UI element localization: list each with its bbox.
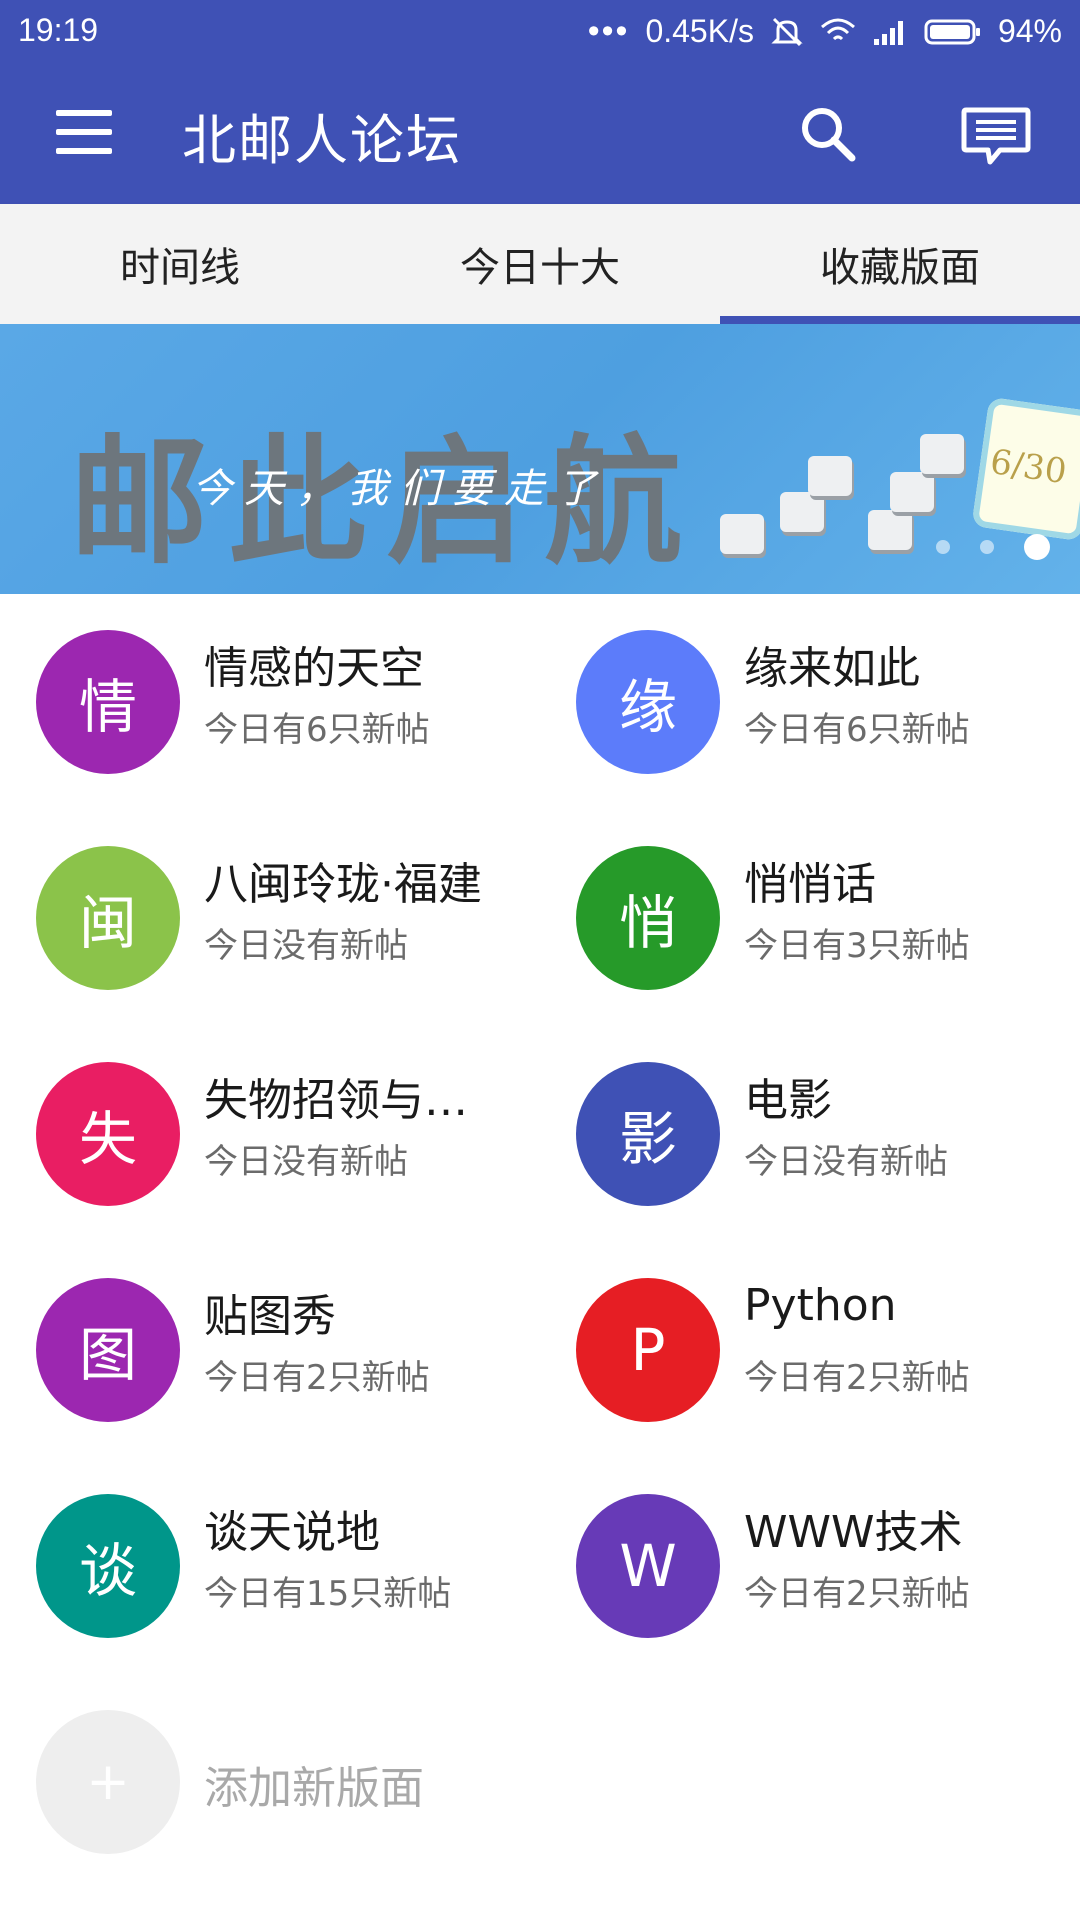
board-name: 情感的天空 [204, 643, 424, 694]
wifi-icon [820, 18, 855, 40]
tab-bar: 时间线 今日十大 收藏版面 [0, 204, 1080, 324]
search-icon[interactable] [796, 102, 860, 166]
board-item[interactable]: 谈 谈天说地 今日有15只新帖 [0, 1474, 520, 1638]
board-item[interactable]: 闽 八闽玲珑·福建 今日没有新帖 [0, 826, 520, 990]
board-today-count: 今日有2只新帖 [204, 1358, 430, 1398]
board-today-count: 今日没有新帖 [744, 1142, 948, 1182]
calendar-date: 6/30 [987, 441, 1069, 493]
board-today-count: 今日没有新帖 [204, 926, 408, 966]
board-item[interactable]: 悄 悄悄话 今日有3只新帖 [540, 826, 1060, 990]
board-avatar: 闽 [36, 846, 180, 990]
keyboard-key-graphic [890, 472, 934, 512]
carousel-dot[interactable] [936, 540, 950, 554]
keyboard-key-graphic [780, 492, 824, 532]
board-avatar: 谈 [36, 1494, 180, 1638]
board-name: 八闽玲珑·福建 [204, 859, 482, 910]
carousel-indicator [936, 534, 1050, 560]
keyboard-key-graphic [868, 510, 912, 550]
message-icon[interactable] [960, 104, 1032, 168]
board-today-count: 今日有6只新帖 [744, 710, 970, 750]
board-today-count: 今日有6只新帖 [204, 710, 430, 750]
banner-carousel[interactable]: 邮此启航 今天，我们要走了 6/30 [0, 324, 1080, 594]
keyboard-key-graphic [720, 514, 764, 554]
keyboard-key-graphic [920, 434, 964, 474]
board-item[interactable]: 缘 缘来如此 今日有6只新帖 [540, 610, 1060, 774]
board-avatar: 缘 [576, 630, 720, 774]
board-item[interactable]: W WWW技术 今日有2只新帖 [540, 1474, 1060, 1638]
carousel-dot-active[interactable] [1024, 534, 1050, 560]
battery-percent: 94% [997, 13, 1062, 49]
board-today-count: 今日没有新帖 [204, 1142, 408, 1182]
board-avatar: W [576, 1494, 720, 1638]
board-name: 悄悄话 [744, 859, 876, 910]
board-name: 谈天说地 [204, 1507, 380, 1558]
board-item[interactable]: 失 失物招领与拾… 今日没有新帖 [0, 1042, 520, 1206]
board-item[interactable]: 情 情感的天空 今日有6只新帖 [0, 610, 520, 774]
menu-icon[interactable] [56, 110, 112, 154]
board-avatar: 图 [36, 1278, 180, 1422]
add-icon: + [36, 1710, 180, 1854]
board-name: Python [744, 1280, 897, 1331]
board-avatar: 影 [576, 1062, 720, 1206]
board-name: 失物招领与拾… [204, 1075, 504, 1126]
status-right: ••• 0.45K/s 94% [588, 12, 1062, 51]
tab-top-ten[interactable]: 今日十大 [360, 204, 720, 324]
app-bar: 北邮人论坛 [0, 60, 1080, 204]
signal-icon [873, 20, 903, 45]
board-today-count: 今日有2只新帖 [744, 1358, 970, 1398]
board-name: 贴图秀 [204, 1291, 336, 1342]
mute-icon [771, 17, 803, 46]
board-today-count: 今日有3只新帖 [744, 926, 970, 966]
network-speed: 0.45K/s [645, 13, 754, 49]
board-avatar: 失 [36, 1062, 180, 1206]
calendar-graphic: 6/30 [971, 396, 1080, 542]
status-bar: 19:19 ••• 0.45K/s 94% [0, 0, 1080, 60]
carousel-dot[interactable] [980, 540, 994, 554]
board-name: WWW技术 [744, 1507, 963, 1558]
board-avatar: 悄 [576, 846, 720, 990]
more-dots-icon: ••• [587, 12, 630, 50]
add-board-button[interactable]: + 添加新版面 [0, 1690, 520, 1854]
board-name: 缘来如此 [744, 643, 920, 694]
board-name: 电影 [744, 1075, 832, 1126]
keyboard-key-graphic [808, 456, 852, 496]
tab-timeline[interactable]: 时间线 [0, 204, 360, 324]
banner-subtitle: 今天，我们要走了 [192, 466, 608, 512]
board-item[interactable]: P Python 今日有2只新帖 [540, 1258, 1060, 1422]
board-today-count: 今日有15只新帖 [204, 1574, 452, 1614]
status-time: 19:19 [18, 12, 99, 48]
board-today-count: 今日有2只新帖 [744, 1574, 970, 1614]
board-item[interactable]: 影 电影 今日没有新帖 [540, 1042, 1060, 1206]
add-board-label: 添加新版面 [204, 1763, 424, 1814]
app-title: 北邮人论坛 [182, 109, 462, 172]
board-avatar: P [576, 1278, 720, 1422]
tab-favorite-boards[interactable]: 收藏版面 [720, 204, 1080, 324]
battery-icon [924, 19, 980, 44]
board-item[interactable]: 图 贴图秀 今日有2只新帖 [0, 1258, 520, 1422]
board-avatar: 情 [36, 630, 180, 774]
